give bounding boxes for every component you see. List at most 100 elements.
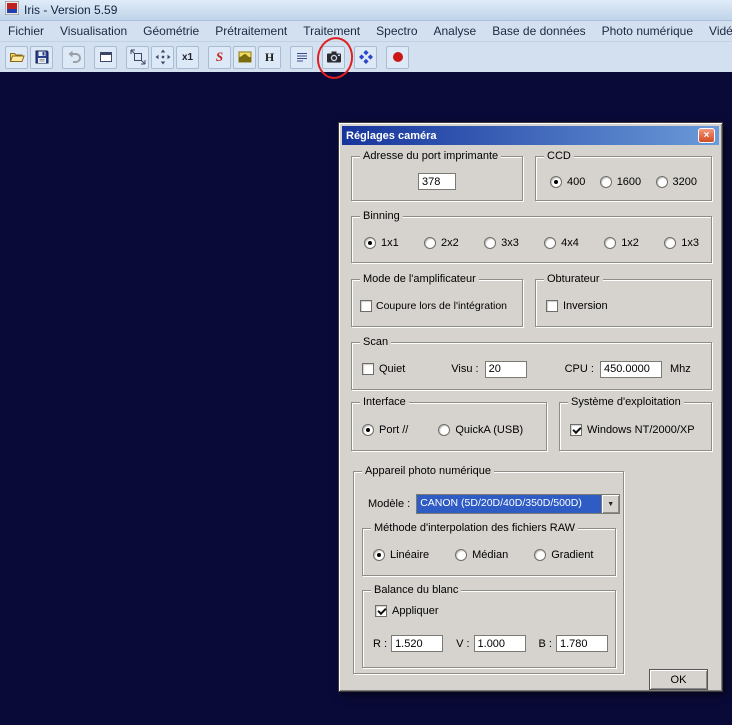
binning-1x1-radio[interactable]: 1x1 xyxy=(364,236,399,249)
save-button[interactable] xyxy=(30,45,53,69)
checkbox-icon xyxy=(546,300,558,312)
os-windows-checkbox[interactable]: Windows NT/2000/XP xyxy=(570,423,695,436)
camera-icon xyxy=(326,51,341,63)
tiles-icon xyxy=(358,50,373,64)
app-icon xyxy=(4,0,20,20)
radio-label: 4x4 xyxy=(561,236,579,249)
shutter-inversion-checkbox[interactable]: Inversion xyxy=(546,300,608,312)
toolbar: x1 S H xyxy=(0,34,732,82)
window-button[interactable] xyxy=(94,45,117,69)
wb-apply-checkbox[interactable]: Appliquer xyxy=(375,605,438,617)
pan-button[interactable] xyxy=(151,45,174,69)
interface-legend: Interface xyxy=(360,396,409,409)
menu-item-photo-numerique[interactable]: Photo numérique xyxy=(594,24,701,38)
threshold-button[interactable] xyxy=(233,45,256,69)
checkbox-label: Appliquer xyxy=(392,605,439,617)
interface-quicka-radio[interactable]: QuickA (USB) xyxy=(438,423,523,436)
radio-icon xyxy=(655,175,668,188)
scan-legend: Scan xyxy=(360,336,392,349)
radio-label: Linéaire xyxy=(390,549,430,561)
radio-label: 1x1 xyxy=(381,236,399,249)
menu-bar: Fichier Visualisation Géométrie Prétrait… xyxy=(0,21,732,42)
os-legend: Système d'exploitation xyxy=(568,396,684,409)
menu-item-geometrie[interactable]: Géométrie xyxy=(135,24,207,38)
menu-item-visualisation[interactable]: Visualisation xyxy=(52,24,135,38)
radio-icon xyxy=(550,175,562,188)
binning-1x2-radio[interactable]: 1x2 xyxy=(604,236,639,249)
visu-input[interactable] xyxy=(484,360,527,378)
interp-median-radio[interactable]: Médian xyxy=(455,549,508,561)
window-title: Iris - Version 5.59 xyxy=(24,3,118,17)
cpu-label: CPU : xyxy=(564,363,594,375)
menu-item-pretraitement[interactable]: Prétraitement xyxy=(207,24,295,38)
interface-port-radio[interactable]: Port // xyxy=(362,423,408,436)
camera-settings-dialog: Réglages caméra × Adresse du port imprim… xyxy=(338,122,723,692)
zoom-x1-button[interactable]: x1 xyxy=(176,45,199,69)
cpu-input[interactable] xyxy=(599,360,662,378)
binning-1x3-radio[interactable]: 1x3 xyxy=(664,236,699,249)
radio-label: 1600 xyxy=(616,175,642,188)
amplifier-group: Mode de l'amplificateur Coupure lors de … xyxy=(351,273,523,327)
dialog-title: Réglages caméra xyxy=(346,129,437,142)
menu-item-video[interactable]: Vidéo xyxy=(701,24,732,38)
amplifier-cutoff-checkbox[interactable]: Coupure lors de l'intégration xyxy=(360,300,507,312)
printer-port-input[interactable] xyxy=(418,173,456,190)
wb-r-label: R : xyxy=(373,637,388,650)
combo-dropdown-button[interactable]: ▼ xyxy=(601,495,620,513)
visu-label: Visu : xyxy=(451,363,479,375)
menu-item-spectro[interactable]: Spectro xyxy=(368,24,425,38)
window-icon xyxy=(99,52,112,62)
open-button[interactable] xyxy=(5,45,28,69)
model-combobox[interactable]: CANON (5D/20D/40D/350D/500D) ▼ xyxy=(416,494,621,514)
menu-item-base-de-donnees[interactable]: Base de données xyxy=(484,24,593,38)
wb-v-label: V : xyxy=(456,637,470,650)
radio-icon xyxy=(484,236,497,249)
radio-label: 1x2 xyxy=(621,236,639,249)
undo-button[interactable] xyxy=(62,45,85,69)
menu-item-fichier[interactable]: Fichier xyxy=(0,24,52,38)
iris-application-window: Iris - Version 5.59 Fichier Visualisatio… xyxy=(0,0,732,725)
ccd-3200-radio[interactable]: 3200 xyxy=(655,175,697,188)
radio-label: 2x2 xyxy=(441,236,459,249)
binning-3x3-radio[interactable]: 3x3 xyxy=(484,236,519,249)
binning-4x4-radio[interactable]: 4x4 xyxy=(544,236,579,249)
window-titlebar[interactable]: Iris - Version 5.59 xyxy=(0,0,732,21)
dialog-titlebar[interactable]: Réglages caméra × xyxy=(342,126,719,145)
binning-2x2-radio[interactable]: 2x2 xyxy=(424,236,459,249)
menu-item-analyse[interactable]: Analyse xyxy=(426,24,485,38)
tiles-button[interactable] xyxy=(354,45,377,69)
histogram-button[interactable]: H xyxy=(258,45,281,69)
expand-button[interactable] xyxy=(126,45,149,69)
pan-arrows-icon xyxy=(155,49,170,65)
wb-b-input[interactable] xyxy=(555,635,608,652)
radio-icon xyxy=(455,549,468,561)
record-button[interactable] xyxy=(386,45,409,69)
digital-camera-legend: Appareil photo numérique xyxy=(362,465,494,478)
wb-b-label: B : xyxy=(538,637,552,650)
mhz-label: Mhz xyxy=(669,363,691,375)
model-label: Modèle : xyxy=(368,498,411,510)
close-button[interactable]: × xyxy=(698,128,715,143)
radio-icon xyxy=(362,423,374,436)
scan-quiet-checkbox[interactable]: Quiet xyxy=(362,363,405,375)
ok-button[interactable]: OK xyxy=(649,669,708,690)
interp-gradient-radio[interactable]: Gradient xyxy=(534,549,593,561)
printer-port-legend: Adresse du port imprimante xyxy=(360,150,502,163)
open-folder-icon xyxy=(9,53,25,62)
ccd-1600-radio[interactable]: 1600 xyxy=(599,175,642,188)
printer-port-group: Adresse du port imprimante xyxy=(351,150,523,201)
scan-group: Scan Quiet Visu : CPU : Mhz xyxy=(351,336,712,390)
wb-v-input[interactable] xyxy=(473,635,526,652)
command-list-button[interactable] xyxy=(290,45,313,69)
ccd-legend: CCD xyxy=(544,150,574,163)
ccd-400-radio[interactable]: 400 xyxy=(550,175,585,188)
menu-item-traitement[interactable]: Traitement xyxy=(295,24,368,38)
red-s-icon: S xyxy=(215,49,224,64)
save-icon xyxy=(35,50,48,64)
interp-lineaire-radio[interactable]: Linéaire xyxy=(373,549,429,561)
stretch-button[interactable]: S xyxy=(208,45,231,69)
wb-r-input[interactable] xyxy=(391,635,444,652)
camera-settings-button[interactable] xyxy=(313,34,356,82)
amplifier-legend: Mode de l'amplificateur xyxy=(360,273,479,286)
histogram-h-icon: H xyxy=(264,49,275,64)
